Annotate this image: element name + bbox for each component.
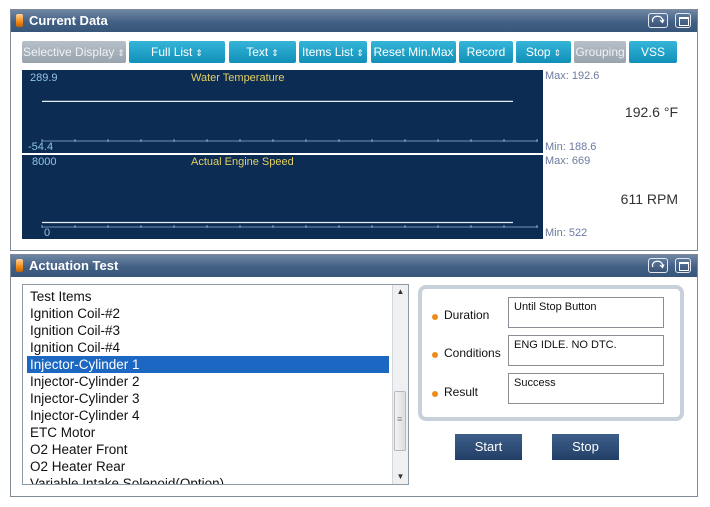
max-value: Max: 669 xyxy=(545,155,591,167)
list-item[interactable]: Injector-Cylinder 4 xyxy=(27,407,389,424)
list-item[interactable]: O2 Heater Front xyxy=(27,441,389,458)
retry-icon[interactable] xyxy=(648,13,668,28)
spinner-icon: ⇕ xyxy=(271,48,279,58)
selective-display-label: Selective Display xyxy=(23,45,115,59)
spinner-icon: ⇕ xyxy=(356,48,364,58)
text-button[interactable]: Text ⇕ xyxy=(229,41,296,63)
list-item[interactable]: Ignition Coil-#4 xyxy=(27,339,389,356)
stop-mode-button[interactable]: Stop ⇕ xyxy=(516,41,571,63)
graph-title: Actual Engine Speed xyxy=(191,156,294,168)
water-temperature-readout: Max: 192.6 192.6 °F Min: 188.6 xyxy=(543,70,686,153)
list-item[interactable]: Injector-Cylinder 2 xyxy=(27,373,389,390)
reset-minmax-label: Reset Min.Max xyxy=(373,45,454,59)
bullet-icon xyxy=(432,314,438,320)
spinner-icon: ⇕ xyxy=(117,48,125,58)
engine-speed-graph: 8000 Actual Engine Speed 0 xyxy=(22,155,543,239)
list-item[interactable]: ETC Motor xyxy=(27,424,389,441)
maximize-icon[interactable] xyxy=(675,258,691,273)
list-item[interactable]: Ignition Coil-#3 xyxy=(27,322,389,339)
vss-button[interactable]: VSS xyxy=(629,41,677,63)
items-list-button[interactable]: Items List ⇕ xyxy=(299,41,367,63)
start-button[interactable]: Start xyxy=(455,434,522,460)
list-header: Test Items xyxy=(30,289,92,304)
max-value: Max: 192.6 xyxy=(545,70,600,82)
orange-flag-icon xyxy=(16,14,23,27)
conditions-value: ENG IDLE. NO DTC. xyxy=(508,335,664,366)
current-data-title: Current Data xyxy=(29,13,108,28)
graph-y-min-label: 0 xyxy=(44,227,51,239)
result-value: Success xyxy=(508,373,664,404)
list-item[interactable]: O2 Heater Rear xyxy=(27,458,389,475)
engine-speed-readout: Max: 669 611 RPM Min: 522 xyxy=(543,155,686,239)
retry-icon[interactable] xyxy=(648,258,668,273)
text-label: Text xyxy=(246,45,269,59)
scroll-thumb[interactable] xyxy=(394,391,406,451)
items-list-label: Items List xyxy=(302,45,354,59)
actuation-test-title: Actuation Test xyxy=(29,258,119,273)
graph-y-max-label: 8000 xyxy=(32,156,57,168)
current-value: 192.6 °F xyxy=(624,104,678,120)
record-label: Record xyxy=(466,45,506,59)
duration-label: Duration xyxy=(444,308,490,322)
orange-flag-icon xyxy=(16,259,23,272)
list-item[interactable]: Variable Intake Solenoid(Option) xyxy=(27,475,389,484)
list-scrollbar[interactable]: ▲ ▼ xyxy=(392,285,408,484)
bullet-icon xyxy=(432,352,438,358)
vss-label: VSS xyxy=(640,45,665,59)
current-data-titlebar: Current Data xyxy=(11,10,697,32)
conditions-label: Conditions xyxy=(444,346,501,360)
actuation-test-titlebar: Actuation Test xyxy=(11,255,697,277)
spinner-icon: ⇕ xyxy=(553,48,562,58)
grouping-button[interactable]: Grouping xyxy=(574,41,626,63)
graph-title: Water Temperature xyxy=(191,72,285,84)
stop-mode-label: Stop xyxy=(525,45,551,59)
graph-y-min-label: -54.4 xyxy=(28,141,54,153)
test-items-list[interactable]: Test Items Ignition Coil-#2 Ignition Coil… xyxy=(22,284,409,485)
graph-y-max-label: 289.9 xyxy=(30,72,58,84)
spinner-icon: ⇕ xyxy=(195,48,203,58)
duration-value: Until Stop Button xyxy=(508,297,664,328)
full-list-label: Full List xyxy=(151,45,193,59)
water-temperature-graph: 289.9 Water Temperature -54.4 xyxy=(22,70,543,153)
bullet-icon xyxy=(432,391,438,397)
min-value: Min: 188.6 xyxy=(545,141,597,153)
grouping-label: Grouping xyxy=(575,45,625,59)
min-value: Min: 522 xyxy=(545,227,588,239)
current-value: 611 RPM xyxy=(620,191,678,207)
list-item[interactable]: Injector-Cylinder 1 xyxy=(27,356,389,373)
record-button[interactable]: Record xyxy=(459,41,513,63)
maximize-icon[interactable] xyxy=(675,13,691,28)
scroll-down-icon[interactable]: ▼ xyxy=(393,470,408,484)
list-item[interactable]: Ignition Coil-#2 xyxy=(27,305,389,322)
selective-display-button[interactable]: Selective Display ⇕ xyxy=(22,41,126,63)
full-list-button[interactable]: Full List ⇕ xyxy=(129,41,225,63)
stop-button[interactable]: Stop xyxy=(552,434,619,460)
test-info-panel: Duration Until Stop Button Conditions EN… xyxy=(418,285,684,421)
list-item[interactable]: Injector-Cylinder 3 xyxy=(27,390,389,407)
reset-minmax-button[interactable]: Reset Min.Max xyxy=(371,41,456,63)
result-label: Result xyxy=(444,385,479,399)
scroll-up-icon[interactable]: ▲ xyxy=(393,285,408,299)
